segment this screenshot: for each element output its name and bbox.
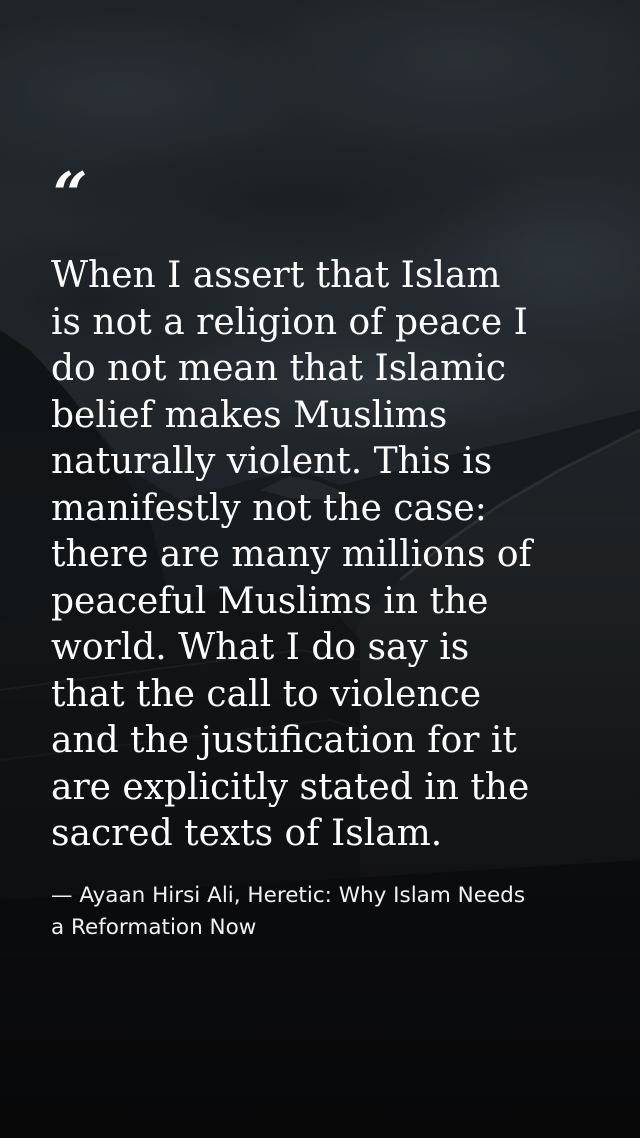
quote-mark-icon: “ xyxy=(53,160,88,230)
quote-card: “ When I assert that Islam is not a reli… xyxy=(51,165,611,944)
quote-attribution: — Ayaan Hirsi Ali, Heretic: Why Islam Ne… xyxy=(51,882,526,940)
quote-text: When I assert that Islam is not a religi… xyxy=(51,255,532,854)
